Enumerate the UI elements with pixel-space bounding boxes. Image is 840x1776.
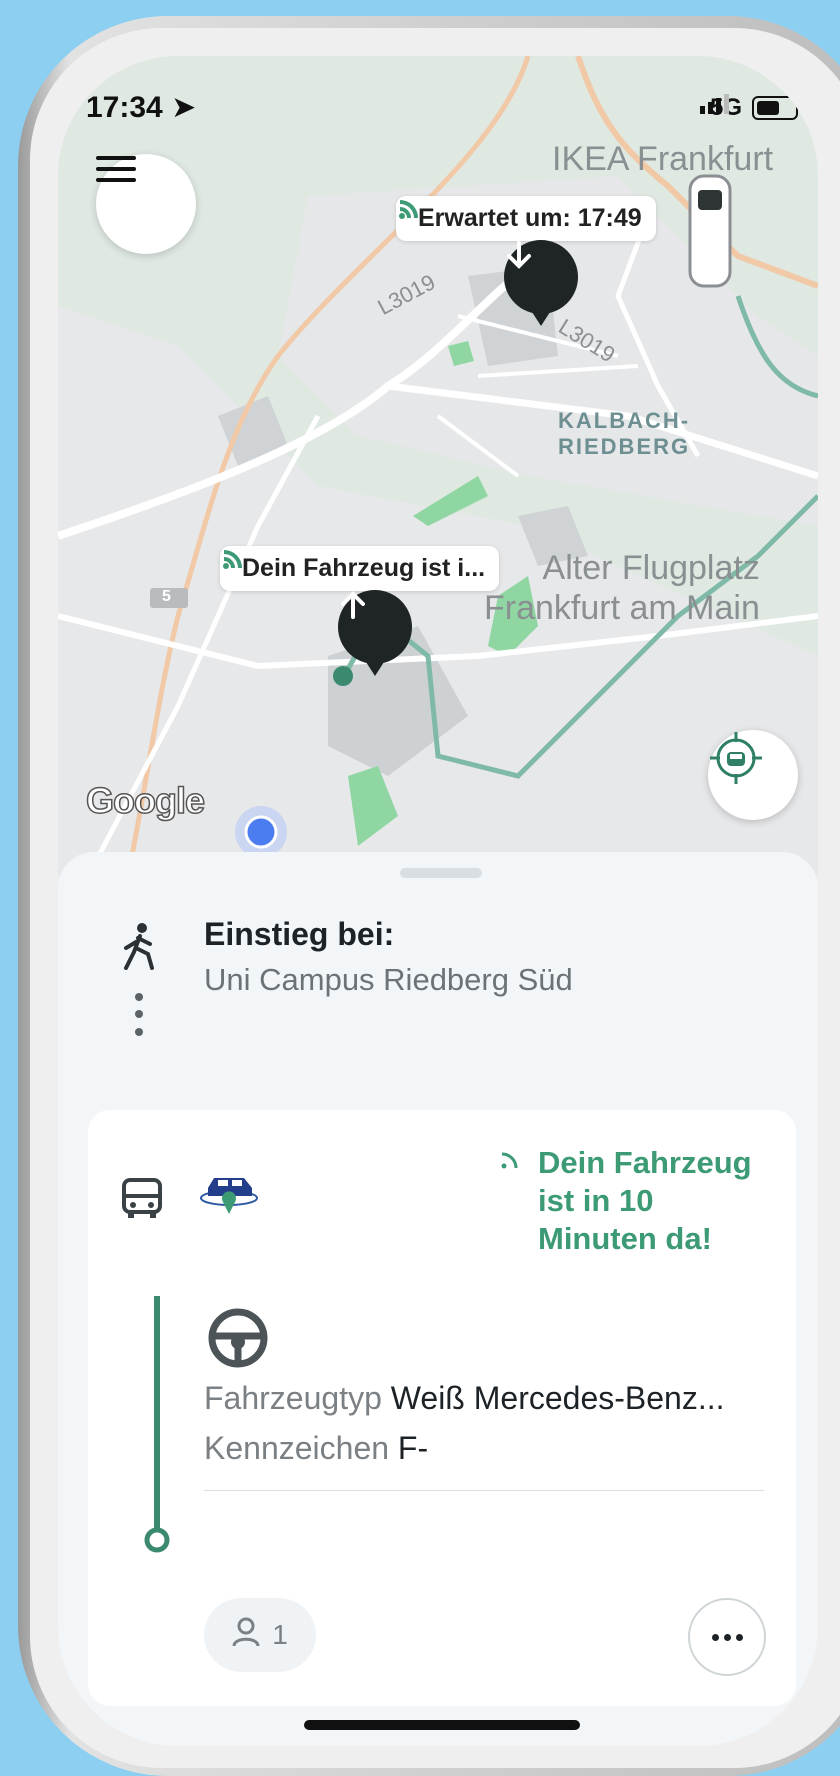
menu-button[interactable]	[96, 154, 196, 254]
steering-wheel-icon	[206, 1306, 270, 1375]
license-plate-label: Kennzeichen	[204, 1430, 390, 1466]
more-dots-icon	[711, 1633, 743, 1641]
map-view[interactable]: IKEA Frankfurt KALBACH-RIEDBERG L3019 L3…	[58, 56, 818, 876]
sheet-grabber[interactable]	[400, 868, 482, 878]
status-indicators: 5G	[699, 94, 798, 122]
pickup-pin[interactable]	[338, 590, 412, 676]
boarding-title: Einstieg bei:	[204, 916, 395, 952]
van-location-icon	[198, 1170, 260, 1221]
map-label-district: KALBACH-RIEDBERG	[558, 408, 691, 459]
boarding-stop: Uni Campus Riedberg Süd	[204, 962, 573, 997]
app-screen: IKEA Frankfurt KALBACH-RIEDBERG L3019 L3…	[58, 56, 818, 1746]
recenter-vehicle-button[interactable]	[708, 730, 798, 820]
vehicle-bubble: Dein Fahrzeug ist i...	[220, 546, 500, 591]
map-label-airfield-line2: Frankfurt am Main	[484, 589, 760, 627]
map-label-ikea: IKEA Frankfurt	[552, 140, 774, 178]
walk-path-dots	[134, 992, 144, 1047]
bus-icon	[120, 1176, 164, 1225]
vehicle-type-value: Weiß Mercedes-Benz...	[390, 1380, 725, 1416]
arrival-message: Dein Fahrzeug ist in 10 Minuten da!	[538, 1145, 752, 1256]
vehicle-card[interactable]: Dein Fahrzeug ist in 10 Minuten da! Fahr…	[88, 1110, 796, 1706]
vehicle-type-label: Fahrzeugtyp	[204, 1380, 382, 1416]
dropoff-pin[interactable]	[504, 240, 578, 326]
passenger-count: 1	[272, 1619, 288, 1650]
location-arrow-icon: ➤	[171, 91, 197, 124]
vehicle-type: Fahrzeugtyp Weiß Mercedes-Benz...	[204, 1380, 725, 1417]
eta-bubble: Erwartet um: 17:49	[396, 196, 656, 241]
map-label-airfield-line1: Alter Flugplatz	[542, 549, 760, 587]
license-plate: Kennzeichen F-	[204, 1430, 428, 1467]
status-time: 17:34 ➤	[86, 90, 196, 125]
battery-icon	[752, 96, 798, 120]
home-indicator[interactable]	[304, 1720, 580, 1730]
route-progress-line	[144, 1296, 170, 1561]
eta-text: Erwartet um: 17:49	[418, 204, 642, 232]
person-icon	[232, 1617, 260, 1654]
card-divider	[204, 1490, 764, 1491]
google-logo: Google	[85, 779, 206, 822]
trip-sheet[interactable]: Einstieg bei: Uni Campus Riedberg Süd De…	[58, 852, 818, 1746]
walking-icon	[120, 922, 160, 977]
license-plate-value: F-	[397, 1430, 429, 1466]
vehicle-bubble-text: Dein Fahrzeug ist i...	[242, 554, 486, 582]
map-label-airfield: Alter Flugplatz Frankfurt am Main	[484, 548, 760, 628]
more-options-button[interactable]	[688, 1598, 766, 1676]
map-label-road-number: 5	[162, 588, 171, 605]
live-signal-icon	[500, 1150, 520, 1175]
passenger-count-chip[interactable]: 1	[204, 1598, 316, 1672]
status-time-text: 17:34	[86, 91, 163, 124]
